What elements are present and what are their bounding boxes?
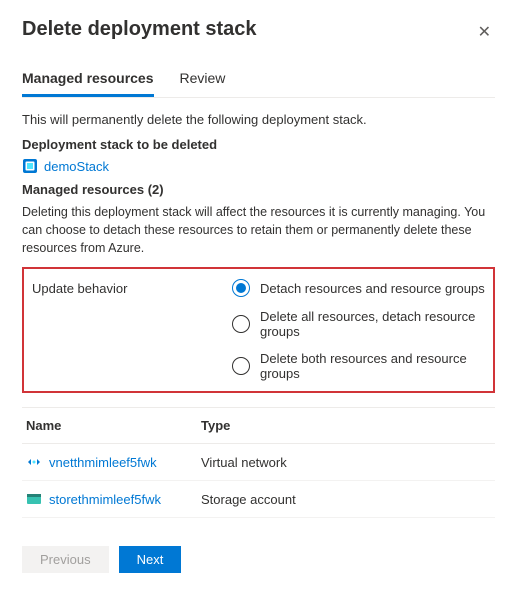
resource-type: Virtual network bbox=[201, 455, 491, 470]
stack-name: demoStack bbox=[44, 159, 109, 174]
radio-icon bbox=[232, 279, 250, 297]
radio-delete-both[interactable]: Delete both resources and resource group… bbox=[232, 351, 485, 381]
table-row: vnetthmimleef5fwk Virtual network bbox=[22, 444, 495, 481]
close-icon: ✕ bbox=[478, 24, 491, 41]
radio-label: Delete both resources and resource group… bbox=[260, 351, 485, 381]
tab-review[interactable]: Review bbox=[180, 64, 226, 97]
tab-managed-resources[interactable]: Managed resources bbox=[22, 64, 154, 97]
managed-heading: Managed resources (2) bbox=[22, 182, 495, 197]
table-header: Name Type bbox=[22, 407, 495, 444]
footer-buttons: Previous Next bbox=[22, 546, 495, 573]
update-behavior-label: Update behavior bbox=[32, 279, 232, 381]
radio-detach[interactable]: Detach resources and resource groups bbox=[232, 279, 485, 297]
resource-name: vnetthmimleef5fwk bbox=[49, 455, 157, 470]
vnet-icon bbox=[26, 454, 42, 470]
intro-text: This will permanently delete the followi… bbox=[22, 112, 495, 127]
radio-delete-resources[interactable]: Delete all resources, detach resource gr… bbox=[232, 309, 485, 339]
radio-icon bbox=[232, 315, 250, 333]
previous-button[interactable]: Previous bbox=[22, 546, 109, 573]
stack-icon bbox=[22, 158, 38, 174]
page-title: Delete deployment stack bbox=[22, 18, 257, 41]
close-button[interactable]: ✕ bbox=[474, 18, 495, 46]
table-row: storethmimleef5fwk Storage account bbox=[22, 481, 495, 518]
col-type-header: Type bbox=[201, 418, 491, 433]
resource-link[interactable]: storethmimleef5fwk bbox=[26, 491, 201, 507]
radio-label: Detach resources and resource groups bbox=[260, 281, 485, 296]
tab-bar: Managed resources Review bbox=[22, 64, 495, 98]
resource-name: storethmimleef5fwk bbox=[49, 492, 161, 507]
stack-item[interactable]: demoStack bbox=[22, 158, 495, 174]
resource-type: Storage account bbox=[201, 492, 491, 507]
managed-note: Deleting this deployment stack will affe… bbox=[22, 203, 495, 257]
radio-icon bbox=[232, 357, 250, 375]
update-behavior-section: Update behavior Detach resources and res… bbox=[22, 267, 495, 393]
col-name-header: Name bbox=[26, 418, 201, 433]
stack-heading: Deployment stack to be deleted bbox=[22, 137, 495, 152]
resource-link[interactable]: vnetthmimleef5fwk bbox=[26, 454, 201, 470]
next-button[interactable]: Next bbox=[119, 546, 182, 573]
radio-label: Delete all resources, detach resource gr… bbox=[260, 309, 485, 339]
storage-icon bbox=[26, 491, 42, 507]
